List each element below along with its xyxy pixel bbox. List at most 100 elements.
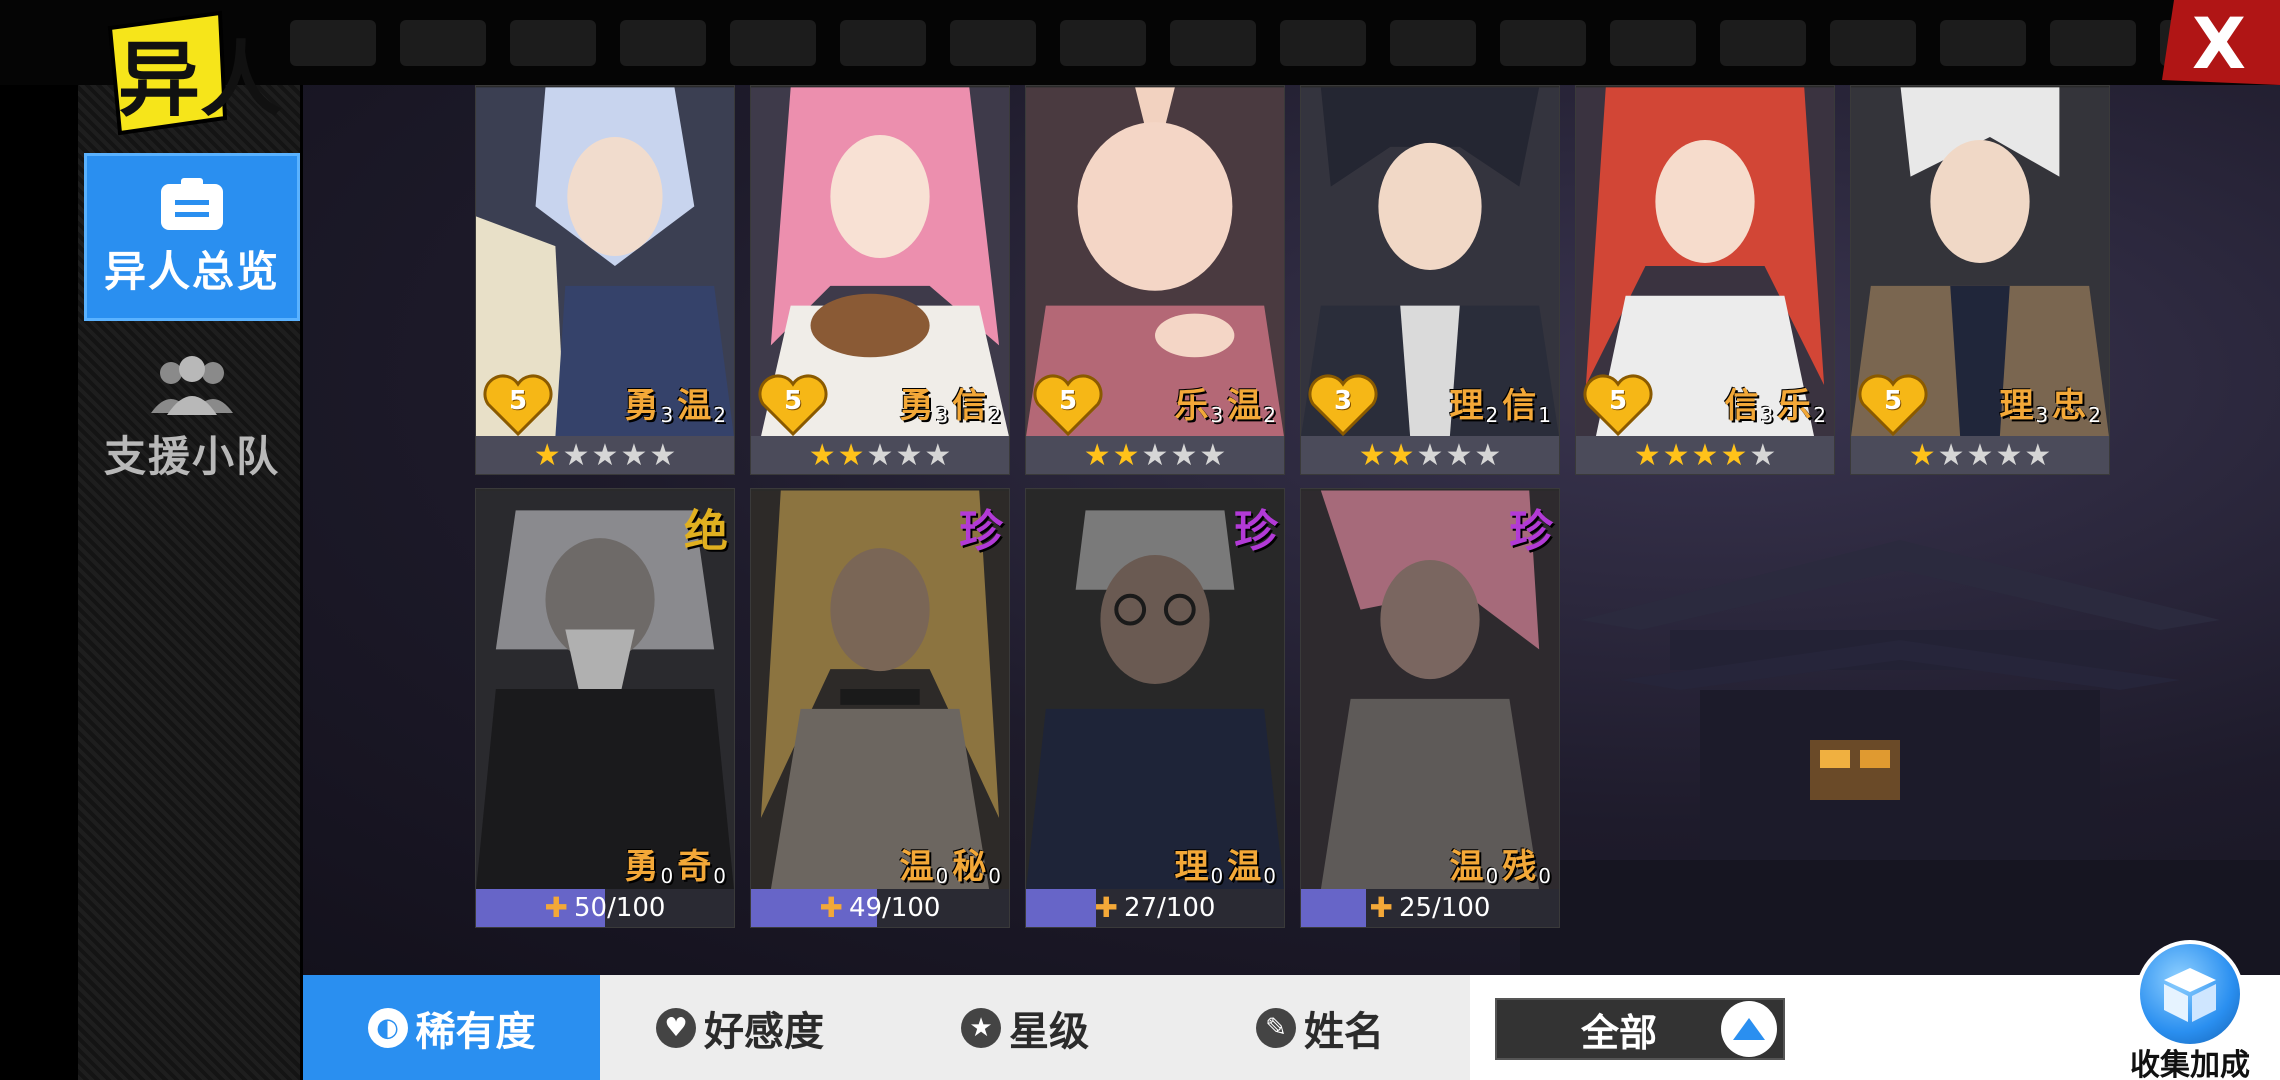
trait-1-value: 3 — [1760, 403, 1774, 427]
character-card[interactable]: 3 理2 信1 ★ ★ ★ ★ ★ — [1300, 85, 1560, 475]
trait-row: 勇3 温2 — [625, 378, 726, 427]
film-hole — [2050, 20, 2136, 66]
trait-2-value: 0 — [988, 864, 1001, 888]
collection-bonus-label: 收集加成 — [2130, 1048, 2250, 1080]
puzzle-icon: ✚ — [1094, 891, 1118, 924]
film-hole — [1720, 20, 1806, 66]
film-hole — [1060, 20, 1146, 66]
star-empty-icon: ★ — [1966, 437, 1994, 473]
trait-row: 理3 忠2 — [2000, 378, 2101, 427]
star-rating: ★ ★ ★ ★ ★ — [1576, 436, 1834, 474]
trait-1-value: 0 — [935, 864, 949, 888]
star-filled-icon: ★ — [1908, 437, 1936, 473]
tab-label: 姓名 — [1304, 1008, 1384, 1055]
filter-dropdown[interactable]: 全部 — [1495, 998, 1785, 1060]
star-filled-icon: ★ — [533, 437, 561, 473]
film-hole — [730, 20, 816, 66]
star-filled-icon: ★ — [1387, 437, 1415, 473]
star-empty-icon: ★ — [924, 437, 952, 473]
trait-1-value: 2 — [1485, 403, 1499, 427]
affection-heart: 5 — [1582, 372, 1654, 438]
film-hole — [840, 20, 926, 66]
trait-1-value: 0 — [1210, 864, 1224, 888]
shard-progress: ✚ 25/100 — [1301, 889, 1559, 927]
trait-1-value: 3 — [1210, 403, 1224, 427]
trait-row: 理0 温0 — [1175, 839, 1276, 888]
temple-background — [1520, 540, 2280, 980]
trait-2-value: 2 — [1813, 403, 1826, 427]
trait-2: 残 — [1502, 847, 1537, 887]
star-filled-icon: ★ — [1112, 437, 1140, 473]
sidebar-item-label: 支援小队 — [103, 431, 280, 481]
character-card[interactable]: 5 勇3 信2 ★ ★ ★ ★ ★ — [750, 85, 1010, 475]
star-filled-icon: ★ — [837, 437, 865, 473]
character-card[interactable]: 5 理3 忠2 ★ ★ ★ ★ ★ — [1850, 85, 2110, 475]
sidebar-item-support-team[interactable]: 支援小队 — [84, 335, 300, 503]
rarity-badge: 珍 — [1509, 506, 1553, 557]
trait-1: 乐 — [1174, 386, 1209, 426]
trait-1-value: 0 — [1485, 864, 1499, 888]
affection-heart: 5 — [757, 372, 829, 438]
trait-1: 理 — [1449, 386, 1484, 426]
star-empty-icon: ★ — [895, 437, 923, 473]
trait-1-value: 3 — [660, 403, 674, 427]
trait-2: 温 — [677, 386, 712, 426]
film-hole — [1830, 20, 1916, 66]
game-screen: 异人 X 异人总览 支援小队 5 勇 3 温 2 ★ ★ ★ ★ ★ 5 勇 3… — [0, 0, 2280, 1080]
film-hole — [620, 20, 706, 66]
character-card-locked[interactable]: 珍 理0 温0 ✚ 27/100 — [1025, 488, 1285, 928]
logo: 异人 — [100, 8, 340, 138]
tab-label: 星级 — [1009, 1008, 1089, 1055]
star-rating: ★ ★ ★ ★ ★ — [476, 436, 734, 474]
star-empty-icon: ★ — [866, 437, 894, 473]
close-icon: X — [2192, 3, 2246, 85]
tab-affection[interactable]: ♥ 好感度 — [600, 975, 880, 1080]
trait-2-value: 0 — [1538, 864, 1551, 888]
star-empty-icon: ★ — [1995, 437, 2023, 473]
film-hole — [1500, 20, 1586, 66]
trait-1: 理 — [1174, 847, 1209, 887]
star-rating: ★ ★ ★ ★ ★ — [1026, 436, 1284, 474]
tab-star-level[interactable]: ★ 星级 — [880, 975, 1170, 1080]
trait-2: 忠 — [2052, 386, 2087, 426]
tab-rarity[interactable]: ◐ 稀有度 — [303, 975, 600, 1080]
star-filled-icon: ★ — [1691, 437, 1719, 473]
rarity-badge: 绝 — [684, 506, 728, 557]
character-card-locked[interactable]: 珍 温0 秘0 ✚ 49/100 — [750, 488, 1010, 928]
document-icon — [161, 177, 223, 230]
character-card[interactable]: 5 信3 乐2 ★ ★ ★ ★ ★ — [1575, 85, 1835, 475]
star-rating: ★ ★ ★ ★ ★ — [1851, 436, 2109, 474]
star-empty-icon: ★ — [620, 437, 648, 473]
trait-1: 温 — [1449, 847, 1484, 887]
trait-1: 信 — [1724, 386, 1759, 426]
affection-heart: 3 — [1307, 372, 1379, 438]
close-button[interactable]: X — [2162, 0, 2280, 85]
affection-level: 5 — [1058, 386, 1078, 416]
trait-2: 乐 — [1777, 386, 1812, 426]
film-hole — [950, 20, 1036, 66]
tab-name[interactable]: ✎ 姓名 — [1170, 975, 1470, 1080]
character-card[interactable]: 5 勇3 温2 ★ ★ ★ ★ ★ — [475, 85, 735, 475]
puzzle-icon: ✚ — [819, 891, 843, 924]
character-card-locked[interactable]: 绝 勇0 奇0 ✚ 50/100 — [475, 488, 735, 928]
star-filled-icon: ★ — [1633, 437, 1661, 473]
trait-1: 勇 — [624, 847, 659, 887]
trait-2-value: 2 — [1263, 403, 1276, 427]
character-card[interactable]: 5 乐3 温2 ★ ★ ★ ★ ★ — [1025, 85, 1285, 475]
trait-2-value: 0 — [1263, 864, 1276, 888]
trait-2: 奇 — [677, 847, 712, 887]
affection-heart: 5 — [482, 372, 554, 438]
shard-progress: ✚ 27/100 — [1026, 889, 1284, 927]
collection-bonus-button[interactable]: 收集加成 — [2130, 940, 2250, 1080]
box-icon — [2136, 940, 2244, 1048]
filter-value: 全部 — [1580, 1010, 1657, 1055]
trait-2: 温 — [1227, 386, 1262, 426]
star-filled-icon: ★ — [808, 437, 836, 473]
trait-row: 信3 乐2 — [1725, 378, 1826, 427]
trait-row: 温0 秘0 — [900, 839, 1001, 888]
character-card-locked[interactable]: 珍 温0 残0 ✚ 25/100 — [1300, 488, 1560, 928]
sidebar-item-overview[interactable]: 异人总览 — [84, 153, 300, 321]
trait-2: 秘 — [952, 847, 987, 887]
logo-text: 异人 — [118, 33, 282, 128]
film-hole — [1940, 20, 2026, 66]
